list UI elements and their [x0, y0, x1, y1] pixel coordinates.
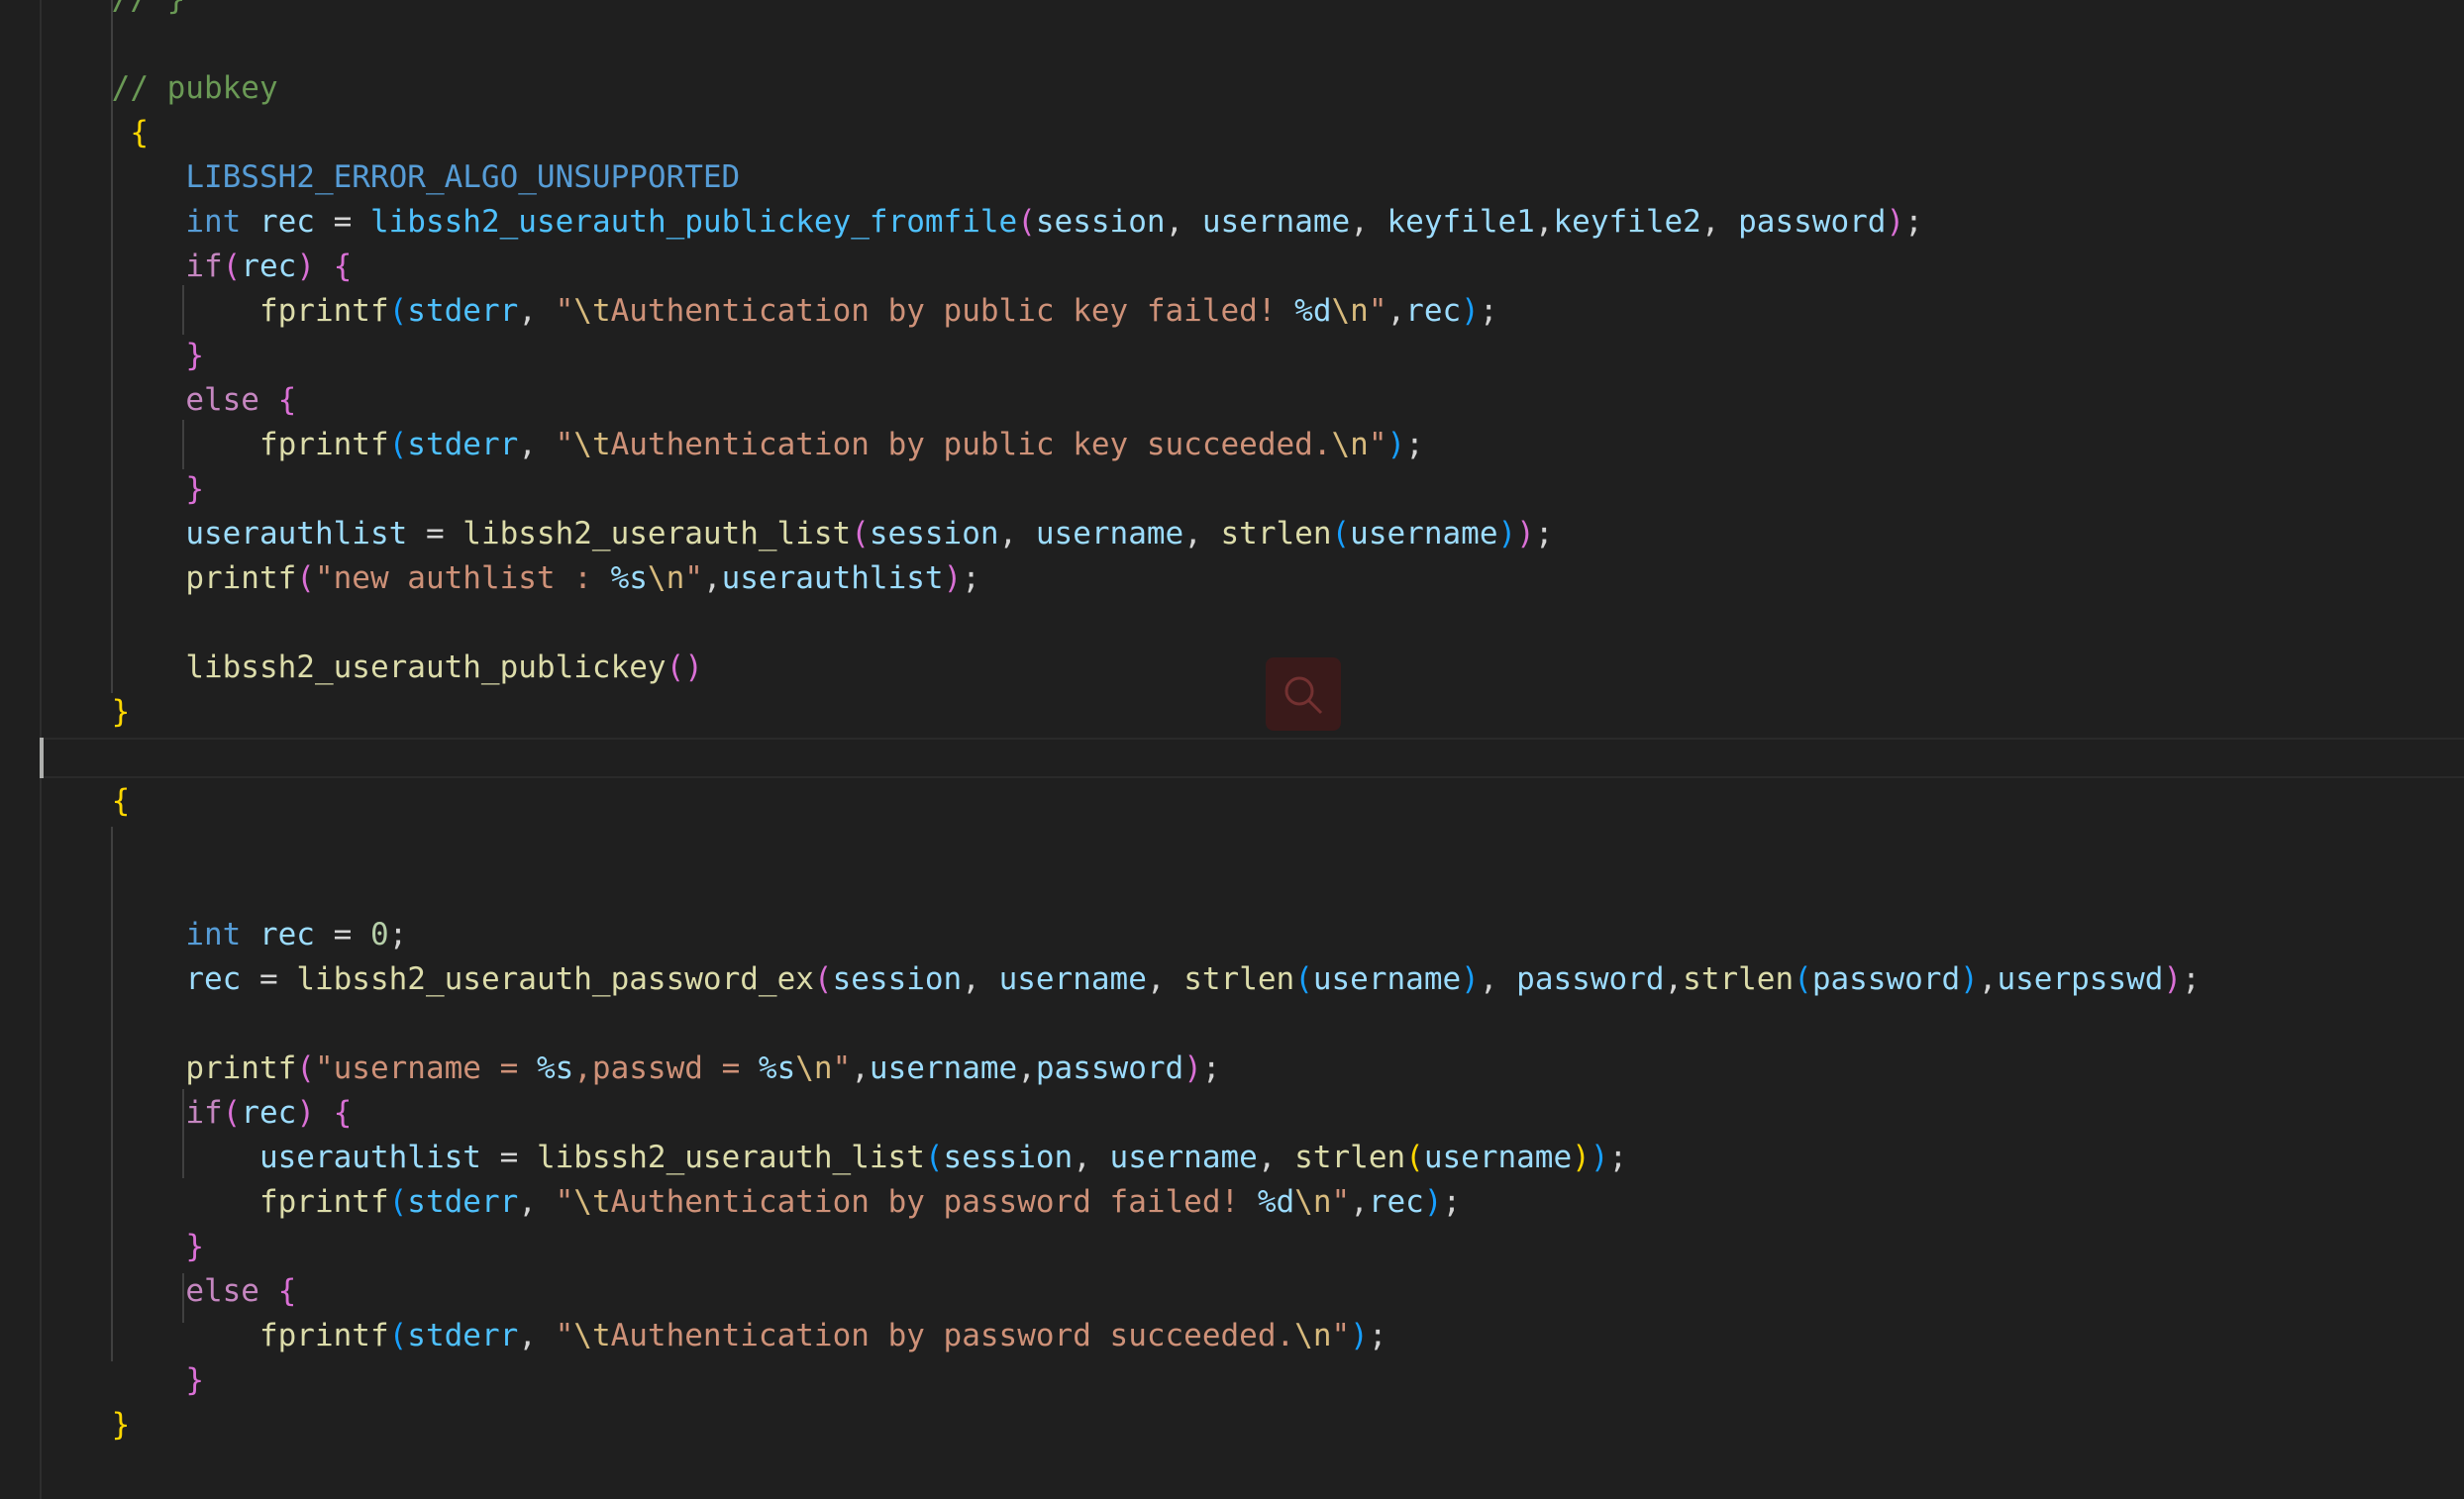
search-icon	[1284, 676, 1323, 715]
code-line: fprintf(stderr, "\tAuthentication by pas…	[258, 1184, 1462, 1220]
code-line: LIBSSH2_ERROR_ALGO_UNSUPPORTED	[185, 159, 741, 195]
code-line: int rec = libssh2_userauth_publickey_fro…	[185, 204, 1923, 240]
code-line: userauthlist = libssh2_userauth_list(ses…	[185, 516, 1554, 551]
code-line: libssh2_userauth_publickey()	[185, 650, 703, 685]
code-line: }	[185, 1362, 204, 1398]
code-line: {	[130, 115, 149, 150]
code-line: if(rec) {	[185, 249, 353, 284]
code-line: // pubkey	[111, 70, 278, 106]
code-line: fprintf(stderr, "\tAuthentication by pub…	[258, 293, 1498, 329]
code-line: {	[111, 783, 131, 819]
code-line: else {	[185, 1273, 297, 1309]
code-line: else {	[185, 382, 297, 418]
code-line: }	[111, 694, 131, 730]
code-line: printf("username = %s,passwd = %s\n",use…	[185, 1050, 1221, 1086]
code-line: rec = libssh2_userauth_password_ex(sessi…	[185, 961, 2201, 997]
text-cursor	[40, 738, 44, 778]
code-line: }	[185, 471, 204, 507]
code-line: }	[185, 1229, 204, 1264]
code-line: userauthlist = libssh2_userauth_list(ses…	[258, 1140, 1628, 1175]
code-line: // }	[0, 0, 186, 22]
code-editor[interactable]: // } // pubkey { LIBSSH2_ERROR_ALGO_UNSU…	[0, 0, 2464, 1499]
code-line: printf("new authlist : %s\n",userauthlis…	[185, 560, 980, 596]
code-line: if(rec) {	[185, 1095, 353, 1131]
code-line: fprintf(stderr, "\tAuthentication by pas…	[258, 1318, 1387, 1353]
find-widget-button[interactable]	[1266, 657, 1341, 731]
code-line: fprintf(stderr, "\tAuthentication by pub…	[258, 427, 1424, 462]
code-line: }	[111, 1407, 131, 1443]
current-line-highlight	[42, 738, 2464, 778]
code-line: }	[185, 338, 204, 373]
code-line: int rec = 0;	[185, 917, 408, 952]
